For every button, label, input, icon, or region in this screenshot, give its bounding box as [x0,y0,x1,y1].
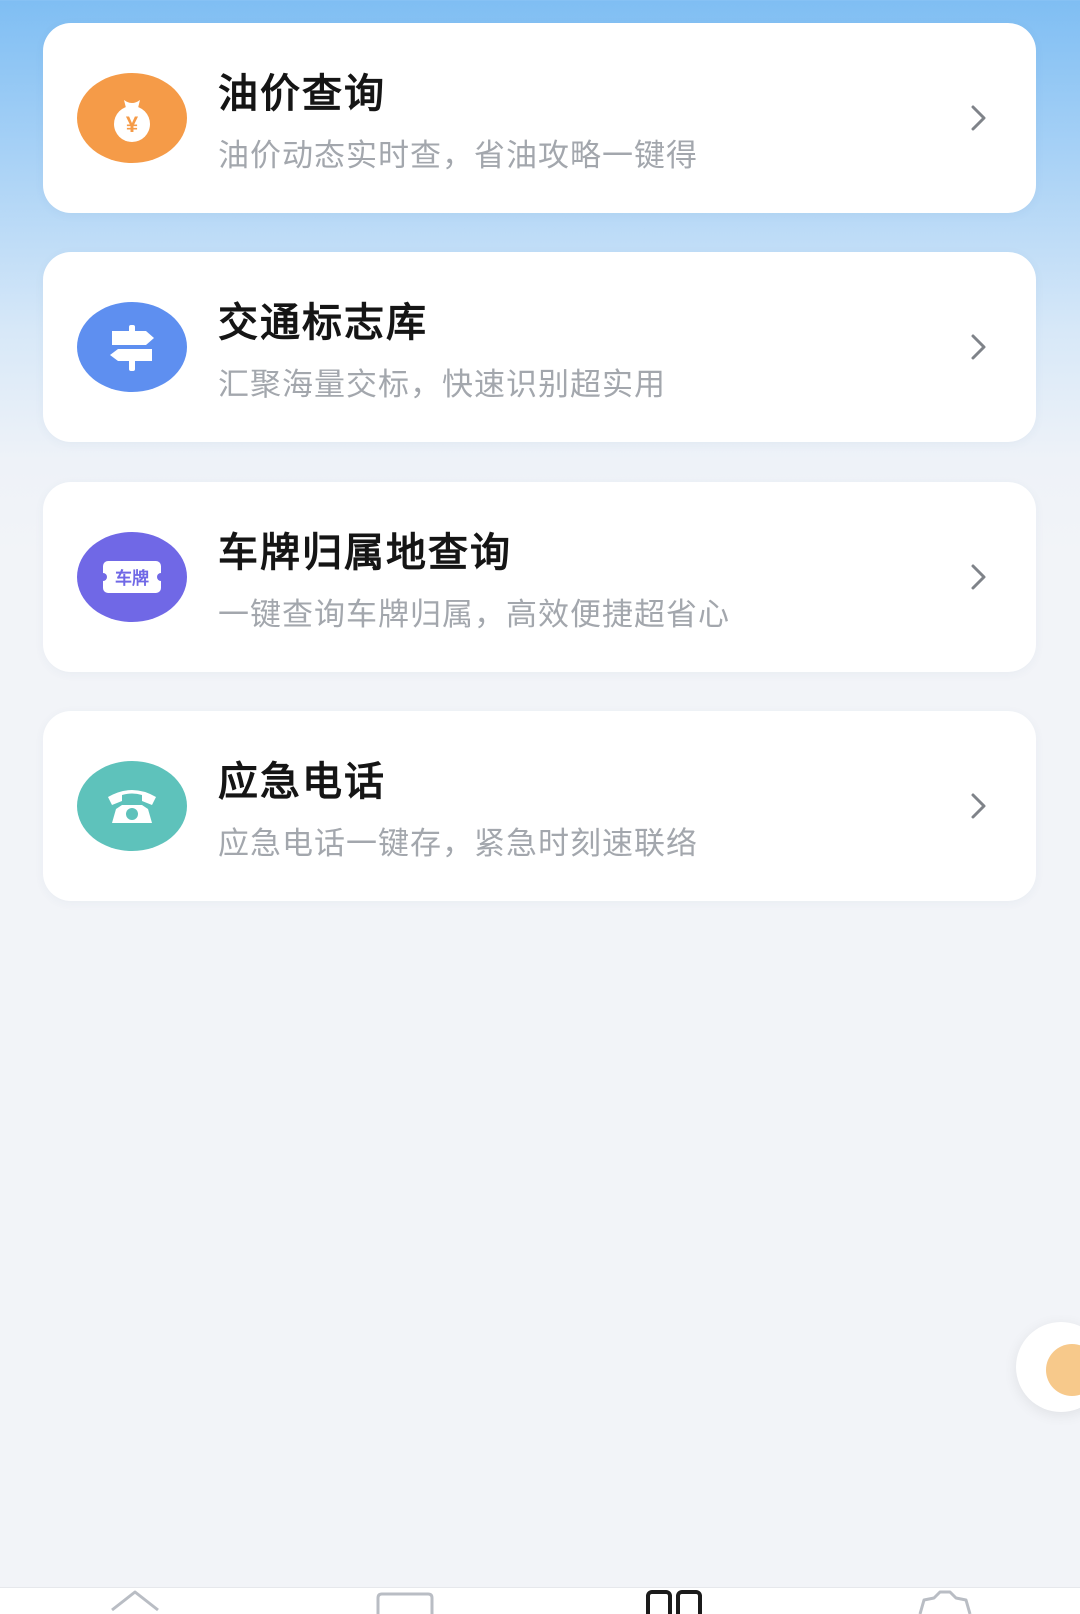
chevron-right-icon [960,328,998,366]
card-title: 车牌归属地查询 [218,530,512,576]
floating-button-icon [1046,1344,1080,1396]
license-plate-icon: 车牌 [77,532,187,622]
home-icon [111,1590,159,1612]
telephone-icon [77,761,187,851]
tab-home[interactable] [90,1588,180,1614]
card-title: 油价查询 [218,71,386,117]
card-plate-lookup[interactable]: 车牌 车牌归属地查询 一键查询车牌归属，高效便捷超省心 [43,482,1036,672]
card-subtitle: 汇聚海量交标，快速识别超实用 [218,367,666,403]
grid-icon [646,1590,702,1614]
chevron-right-icon [960,787,998,825]
oil-money-icon: ¥ [77,73,187,163]
card-oil-price[interactable]: ¥ 油价查询 油价动态实时查，省油攻略一键得 [43,23,1036,213]
card-title: 应急电话 [218,759,386,805]
svg-text:¥: ¥ [126,112,139,137]
svg-text:车牌: 车牌 [115,568,149,589]
card-subtitle: 应急电话一键存，紧急时刻速联络 [218,826,698,862]
card-traffic-signs[interactable]: 交通标志库 汇聚海量交标，快速识别超实用 [43,252,1036,442]
tab-services[interactable] [630,1588,720,1614]
chevron-right-icon [960,558,998,596]
tab-settings[interactable] [900,1588,990,1614]
gear-icon [918,1590,972,1614]
floating-assistant-button[interactable] [1016,1322,1080,1412]
message-icon [376,1592,434,1614]
bottom-tab-bar [0,1587,1080,1614]
signpost-icon [77,302,187,392]
tab-messages[interactable] [360,1588,450,1614]
card-subtitle: 一键查询车牌归属，高效便捷超省心 [218,597,730,633]
card-subtitle: 油价动态实时查，省油攻略一键得 [218,138,698,174]
card-emergency-phone[interactable]: 应急电话 应急电话一键存，紧急时刻速联络 [43,711,1036,901]
card-title: 交通标志库 [218,300,428,346]
chevron-right-icon [960,99,998,137]
